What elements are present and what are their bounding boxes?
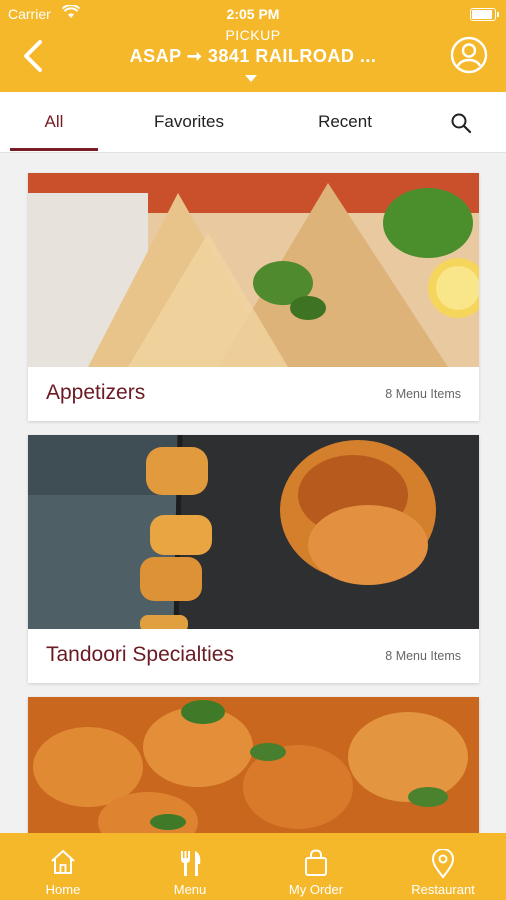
category-card-appetizers[interactable]: Appetizers 8 Menu Items (28, 173, 479, 421)
nav-menu[interactable]: Menu (127, 833, 253, 900)
menu-tabs: All Favorites Recent (0, 92, 506, 153)
category-item-count: 8 Menu Items (385, 649, 461, 663)
pickup-address-selector[interactable]: ASAP ➞ 3841 RAILROAD ... (0, 46, 506, 67)
tab-all[interactable]: All (10, 92, 98, 152)
fork-knife-icon (181, 851, 201, 876)
status-bar: Carrier 2:05 PM (0, 4, 506, 24)
battery-icon (470, 8, 499, 21)
shopping-bag-icon (305, 849, 327, 876)
chevron-down-icon[interactable] (245, 75, 257, 82)
location-pin-icon (431, 849, 455, 879)
appetizers-photo (28, 173, 479, 367)
tandoori-photo (28, 435, 479, 629)
category-title: Tandoori Specialties (46, 643, 234, 666)
nav-restaurant[interactable]: Restaurant (380, 833, 506, 900)
profile-icon[interactable] (450, 36, 488, 74)
tab-recent[interactable]: Recent (290, 92, 400, 152)
clock: 2:05 PM (226, 6, 280, 22)
nav-home[interactable]: Home (0, 833, 126, 900)
home-icon (51, 850, 75, 874)
category-info: Appetizers 8 Menu Items (28, 367, 479, 421)
active-tab-indicator (10, 148, 98, 151)
category-card-tandoori[interactable]: Tandoori Specialties 8 Menu Items (28, 435, 479, 683)
bottom-navigation: Home Menu My Order Restaurant (0, 833, 506, 900)
tab-favorites[interactable]: Favorites (130, 92, 248, 152)
category-item-count: 8 Menu Items (385, 387, 461, 401)
category-info: Tandoori Specialties 8 Menu Items (28, 629, 479, 683)
nav-my-order[interactable]: My Order (253, 833, 379, 900)
nav-home-label: Home (45, 882, 81, 897)
nav-menu-label: Menu (173, 882, 207, 897)
nav-restaurant-label: Restaurant (411, 882, 475, 897)
header: Carrier 2:05 PM PICKUP ASAP ➞ 3841 RAILR… (0, 0, 506, 92)
nav-my-order-label: My Order (288, 882, 344, 897)
order-mode-label: PICKUP (225, 27, 281, 43)
search-icon[interactable] (450, 112, 472, 134)
category-title: Appetizers (46, 381, 146, 404)
